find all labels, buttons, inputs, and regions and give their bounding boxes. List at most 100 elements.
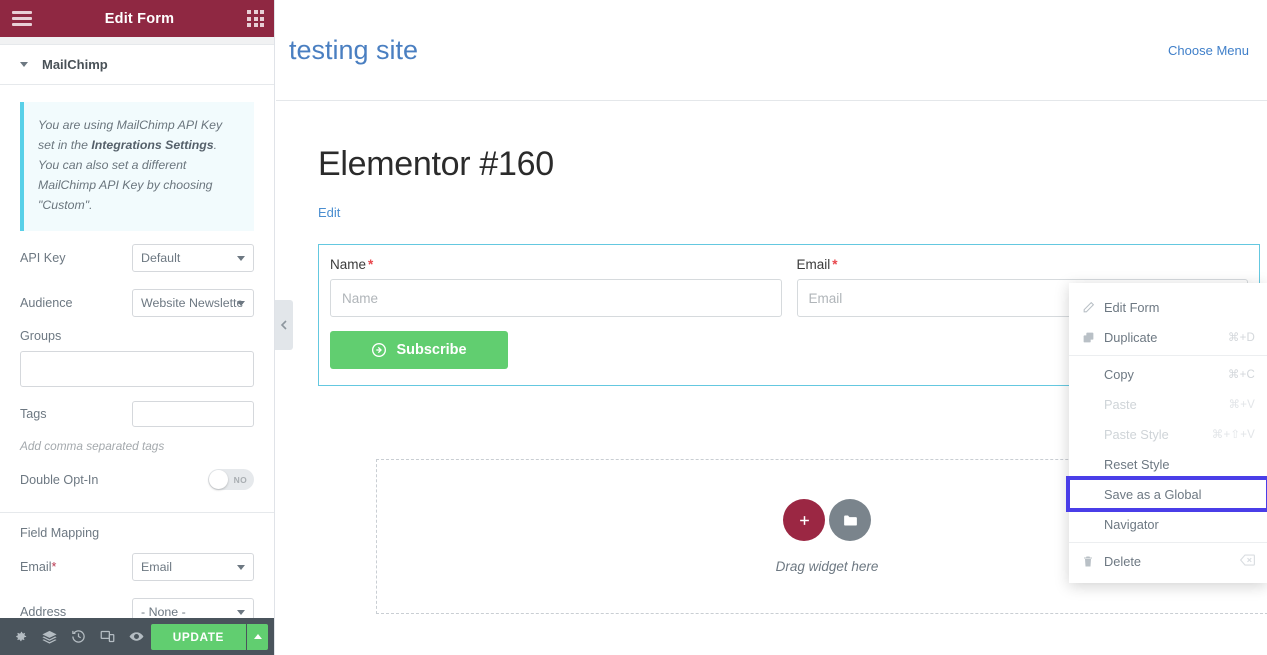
gear-icon[interactable] bbox=[6, 618, 35, 655]
update-button-group: UPDATE bbox=[150, 623, 268, 650]
add-section-button[interactable] bbox=[783, 499, 825, 541]
context-menu-label: Navigator bbox=[1104, 516, 1159, 532]
row-groups: Groups bbox=[20, 329, 254, 387]
section-mailchimp-header[interactable]: MailChimp bbox=[0, 45, 274, 85]
groups-input[interactable] bbox=[20, 350, 254, 387]
context-menu-label: Paste Style bbox=[1104, 426, 1169, 442]
arrow-circle-right-icon bbox=[372, 343, 387, 357]
row-mapping-email: Email* Email bbox=[20, 549, 254, 585]
context-menu-item-duplicate[interactable]: Duplicate ⌘+D bbox=[1069, 322, 1267, 352]
subscribe-button-label: Subscribe bbox=[396, 342, 467, 358]
editor-panel: Edit Form MailChimp You are using MailCh… bbox=[0, 0, 275, 655]
api-key-value: Default bbox=[141, 250, 181, 265]
double-optin-label: Double Opt-In bbox=[20, 472, 99, 487]
email-input-placeholder: Email bbox=[808, 290, 843, 306]
panel-divider bbox=[0, 511, 274, 513]
api-key-select[interactable]: Default bbox=[132, 243, 254, 272]
row-api-key: API Key Default bbox=[20, 240, 254, 276]
context-menu-group: Edit Form Duplicate ⌘+D bbox=[1069, 289, 1267, 355]
chevron-down-icon bbox=[237, 609, 245, 615]
update-options-button[interactable] bbox=[246, 623, 268, 650]
mapping-email-label: Email* bbox=[20, 559, 57, 574]
context-menu-shortcut: ⌘+D bbox=[1227, 332, 1255, 344]
context-menu-item-navigator[interactable]: Navigator bbox=[1069, 509, 1267, 539]
context-menu-label: Edit Form bbox=[1104, 299, 1160, 315]
context-menu-shortcut: ⌘+⇧+V bbox=[1211, 429, 1255, 441]
history-icon[interactable] bbox=[64, 618, 93, 655]
trash-icon bbox=[1082, 555, 1104, 568]
double-optin-toggle[interactable]: NO bbox=[208, 469, 254, 491]
context-menu-label: Copy bbox=[1104, 366, 1134, 382]
mapping-email-select[interactable]: Email bbox=[132, 552, 254, 581]
site-header: testing site Choose Menu bbox=[276, 0, 1267, 101]
edit-post-link[interactable]: Edit bbox=[318, 205, 340, 220]
chevron-down-icon bbox=[237, 255, 245, 261]
section-mailchimp-label: MailChimp bbox=[42, 57, 108, 72]
choose-menu-link[interactable]: Choose Menu bbox=[1168, 43, 1249, 58]
folder-icon bbox=[843, 515, 857, 525]
responsive-icon[interactable] bbox=[93, 618, 122, 655]
panel-collapse-handle[interactable] bbox=[275, 300, 293, 350]
duplicate-icon bbox=[1082, 331, 1104, 344]
caret-up-icon bbox=[253, 634, 262, 639]
context-menu-shortcut: ⌘+C bbox=[1227, 369, 1255, 381]
context-menu-item-edit-form[interactable]: Edit Form bbox=[1069, 292, 1267, 322]
pencil-icon bbox=[1082, 301, 1104, 314]
context-menu-label: Paste bbox=[1104, 396, 1137, 412]
panel-subbar bbox=[0, 37, 274, 45]
mapping-email-value: Email bbox=[141, 559, 172, 574]
page-title: Elementor #160 bbox=[318, 145, 554, 183]
context-menu-label: Duplicate bbox=[1104, 329, 1158, 345]
site-title[interactable]: testing site bbox=[289, 35, 418, 66]
preview-eye-icon[interactable] bbox=[122, 618, 151, 655]
elementor-editor: Edit Form MailChimp You are using MailCh… bbox=[0, 0, 1267, 655]
name-input[interactable]: Name bbox=[330, 279, 782, 317]
context-menu-label: Reset Style bbox=[1104, 456, 1170, 472]
context-menu-group: Copy ⌘+C Paste ⌘+V Paste Style ⌘+⇧+V Res… bbox=[1066, 355, 1267, 542]
context-menu-label: Save as a Global bbox=[1104, 486, 1202, 502]
tags-hint: Add comma separated tags bbox=[20, 438, 165, 453]
hamburger-icon[interactable] bbox=[12, 11, 32, 26]
chevron-down-icon bbox=[237, 300, 245, 306]
audience-label: Audience bbox=[20, 295, 73, 310]
dropzone-buttons bbox=[783, 499, 871, 541]
subscribe-button[interactable]: Subscribe bbox=[330, 331, 508, 369]
chevron-down-icon bbox=[237, 564, 245, 570]
context-menu-shortcut: ⌘+V bbox=[1228, 399, 1255, 411]
email-field-label: Email * bbox=[796, 257, 838, 272]
audience-select[interactable]: Website Newslette bbox=[132, 288, 254, 317]
name-input-placeholder: Name bbox=[342, 290, 379, 306]
update-button[interactable]: UPDATE bbox=[150, 623, 246, 650]
delete-key-icon bbox=[1239, 553, 1255, 569]
context-menu-item-save-as-global[interactable]: Save as a Global bbox=[1066, 476, 1267, 512]
tags-input[interactable] bbox=[132, 400, 254, 427]
grid-apps-icon[interactable] bbox=[247, 10, 264, 27]
notice-text-bold: Integrations Settings bbox=[91, 137, 214, 152]
name-field-label: Name * bbox=[330, 257, 374, 272]
dropzone-label: Drag widget here bbox=[775, 559, 879, 574]
audience-value: Website Newslette bbox=[141, 295, 244, 310]
panel-title: Edit Form bbox=[104, 10, 175, 27]
mapping-address-label: Address bbox=[20, 604, 67, 619]
row-audience: Audience Website Newslette bbox=[20, 285, 254, 321]
chevron-left-icon bbox=[280, 320, 287, 330]
add-template-button[interactable] bbox=[829, 499, 871, 541]
context-menu-item-paste-style: Paste Style ⌘+⇧+V bbox=[1069, 419, 1267, 449]
panel-body: You are using MailChimp API Key set in t… bbox=[0, 85, 274, 655]
mapping-address-value: - None - bbox=[141, 604, 186, 619]
mailchimp-api-notice: You are using MailChimp API Key set in t… bbox=[20, 102, 254, 231]
row-tags: Tags bbox=[20, 396, 254, 432]
panel-header: Edit Form bbox=[0, 0, 274, 37]
context-menu-item-reset-style[interactable]: Reset Style bbox=[1069, 449, 1267, 479]
panel-bottom-bar: UPDATE bbox=[0, 618, 274, 655]
double-optin-state: NO bbox=[233, 474, 247, 485]
plus-icon bbox=[799, 515, 809, 525]
context-menu-item-delete[interactable]: Delete bbox=[1069, 546, 1267, 576]
context-menu-item-copy[interactable]: Copy ⌘+C bbox=[1069, 359, 1267, 389]
field-mapping-title: Field Mapping bbox=[20, 525, 100, 540]
context-menu-group: Delete bbox=[1069, 542, 1267, 579]
tags-label: Tags bbox=[20, 406, 47, 421]
layers-icon[interactable] bbox=[35, 618, 64, 655]
toggle-knob bbox=[209, 470, 228, 490]
context-menu-item-paste: Paste ⌘+V bbox=[1069, 389, 1267, 419]
